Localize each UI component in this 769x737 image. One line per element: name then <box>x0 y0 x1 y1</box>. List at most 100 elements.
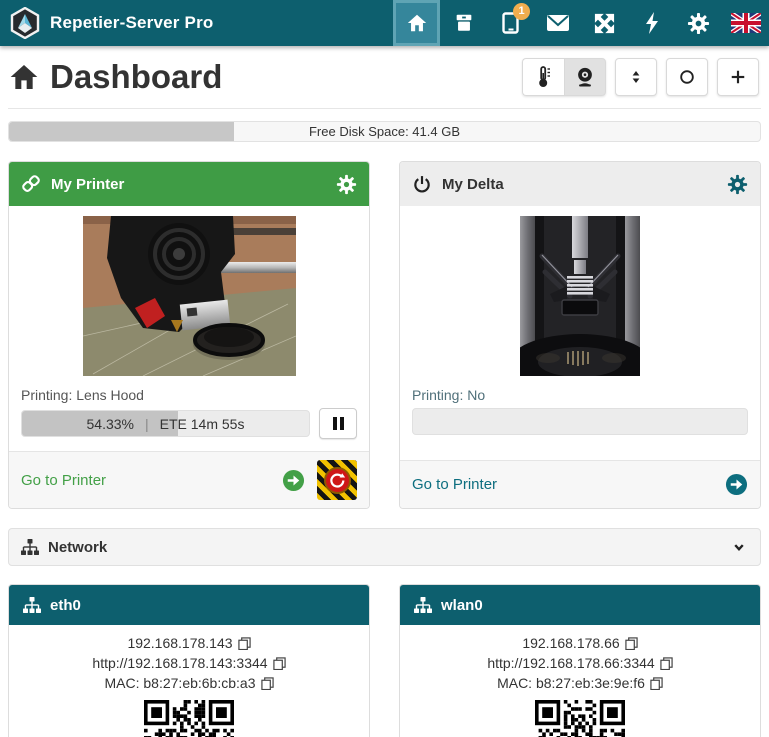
network-section-title: Network <box>48 539 107 556</box>
webcam-view-button[interactable] <box>564 58 606 96</box>
network-card-header: wlan0 <box>400 585 760 625</box>
network-card-wlan0: wlan0 192.168.178.66 http://192.168.178.… <box>399 584 761 737</box>
emergency-stop-icon <box>324 467 351 494</box>
printer-card-footer: Go to Printer <box>9 451 369 508</box>
nav-messages-button[interactable] <box>534 0 581 46</box>
printer-card-footer: Go to Printer <box>400 460 760 508</box>
arrow-circle-right-icon[interactable] <box>725 473 748 496</box>
page-header: Dashboard <box>0 46 769 100</box>
go-to-printer-link[interactable]: Go to Printer <box>412 476 497 493</box>
home-icon <box>406 12 428 34</box>
dashboard-home-icon <box>8 61 40 93</box>
print-progress-bar <box>412 408 748 435</box>
brand-name: Repetier-Server Pro <box>50 13 213 33</box>
sort-arrows-icon <box>627 66 645 88</box>
repetier-logo-icon <box>10 7 40 39</box>
webcam-icon <box>574 65 596 89</box>
chevron-down-icon[interactable] <box>730 538 748 556</box>
network-card-body: 192.168.178.143 http://192.168.178.143:3… <box>9 625 369 737</box>
resize-panels-button[interactable] <box>615 58 657 96</box>
nav-settings-button[interactable] <box>675 0 722 46</box>
pause-button[interactable] <box>319 408 357 439</box>
nav-home-button[interactable] <box>393 0 440 46</box>
progress-percent: 54.33% <box>87 416 134 432</box>
uk-flag-icon <box>731 13 761 33</box>
network-icon <box>23 597 41 614</box>
circle-icon <box>677 67 697 87</box>
copy-icon[interactable] <box>273 657 286 670</box>
network-card-eth0: eth0 192.168.178.143 http://192.168.178.… <box>8 584 370 737</box>
thermometer-view-button[interactable] <box>522 58 564 96</box>
printer-card-header: My Delta <box>400 162 760 206</box>
circle-filter-button[interactable] <box>666 58 708 96</box>
mail-icon <box>546 14 570 32</box>
network-icon <box>21 539 39 556</box>
gear-icon <box>687 12 710 35</box>
network-cards-row: eth0 192.168.178.143 http://192.168.178.… <box>8 584 761 737</box>
network-card-header: eth0 <box>9 585 369 625</box>
interface-mac: MAC: b8:27:eb:6b:cb:a3 <box>105 673 256 693</box>
printer-status: Printing: Lens Hood <box>21 387 357 403</box>
progress-ete: ETE 14m 55s <box>160 416 245 432</box>
printer-settings-button[interactable] <box>336 174 357 195</box>
copy-icon[interactable] <box>238 637 251 650</box>
copy-icon[interactable] <box>650 677 663 690</box>
top-navbar: Repetier-Server Pro 1 <box>0 0 769 46</box>
network-section-header[interactable]: Network <box>8 528 761 566</box>
interface-ip: 192.168.178.66 <box>522 633 619 653</box>
printer-settings-button[interactable] <box>727 174 748 195</box>
printer-box-icon <box>453 12 475 34</box>
expand-arrows-icon <box>593 12 616 35</box>
link-icon <box>21 174 41 194</box>
printer-name: My Printer <box>51 176 124 193</box>
printer-cards-row: My Printer <box>8 161 761 509</box>
plus-icon <box>728 67 748 87</box>
arrow-circle-right-icon[interactable] <box>282 469 305 492</box>
network-icon <box>414 597 432 614</box>
printer-card-my-delta: My Delta <box>399 161 761 509</box>
copy-icon[interactable] <box>625 637 638 650</box>
interface-url: http://192.168.178.143:3344 <box>92 653 267 673</box>
printer-card-body: Printing: Lens Hood 54.33% | ETE 14m 55s <box>9 206 369 451</box>
go-to-printer-link[interactable]: Go to Printer <box>21 472 106 489</box>
interface-url: http://192.168.178.66:3344 <box>487 653 654 673</box>
emergency-stop-button[interactable] <box>317 460 357 500</box>
printer-status: Printing: No <box>412 387 748 403</box>
display-mode-toggle <box>522 58 606 96</box>
notification-badge: 1 <box>513 3 530 20</box>
qr-code <box>535 700 625 737</box>
print-progress-bar: 54.33% | ETE 14m 55s <box>21 410 310 437</box>
free-disk-space-bar: Free Disk Space: 41.4 GB <box>8 121 761 142</box>
interface-ip: 192.168.178.143 <box>127 633 232 653</box>
printer-card-my-printer: My Printer <box>8 161 370 509</box>
disk-space-label: Free Disk Space: 41.4 GB <box>9 122 760 141</box>
nav-power-button[interactable] <box>628 0 675 46</box>
interface-name: wlan0 <box>441 597 483 614</box>
progress-separator: | <box>145 416 149 432</box>
print-progress-text: 54.33% | ETE 14m 55s <box>22 411 309 436</box>
interface-name: eth0 <box>50 597 81 614</box>
add-panel-button[interactable] <box>717 58 759 96</box>
gear-icon <box>727 174 748 195</box>
header-divider <box>8 108 761 109</box>
network-section: Network <box>8 528 761 737</box>
nav-tools-button[interactable] <box>581 0 628 46</box>
printer-name: My Delta <box>442 176 504 193</box>
nav-language-button[interactable] <box>722 0 769 46</box>
copy-icon[interactable] <box>660 657 673 670</box>
interface-mac: MAC: b8:27:eb:3e:9e:f6 <box>497 673 645 693</box>
page-title: Dashboard <box>50 58 222 96</box>
gear-icon <box>336 174 357 195</box>
network-card-body: 192.168.178.66 http://192.168.178.66:334… <box>400 625 760 737</box>
webcam-image[interactable] <box>520 216 640 376</box>
thermometer-icon <box>534 65 554 89</box>
webcam-image[interactable] <box>83 216 296 376</box>
bolt-icon <box>643 11 661 35</box>
nav-devices-button[interactable]: 1 <box>487 0 534 46</box>
power-icon <box>412 174 432 194</box>
nav-printers-button[interactable] <box>440 0 487 46</box>
printer-card-body: Printing: No <box>400 206 760 460</box>
printer-card-header: My Printer <box>9 162 369 206</box>
brand[interactable]: Repetier-Server Pro <box>10 7 213 39</box>
copy-icon[interactable] <box>261 677 274 690</box>
